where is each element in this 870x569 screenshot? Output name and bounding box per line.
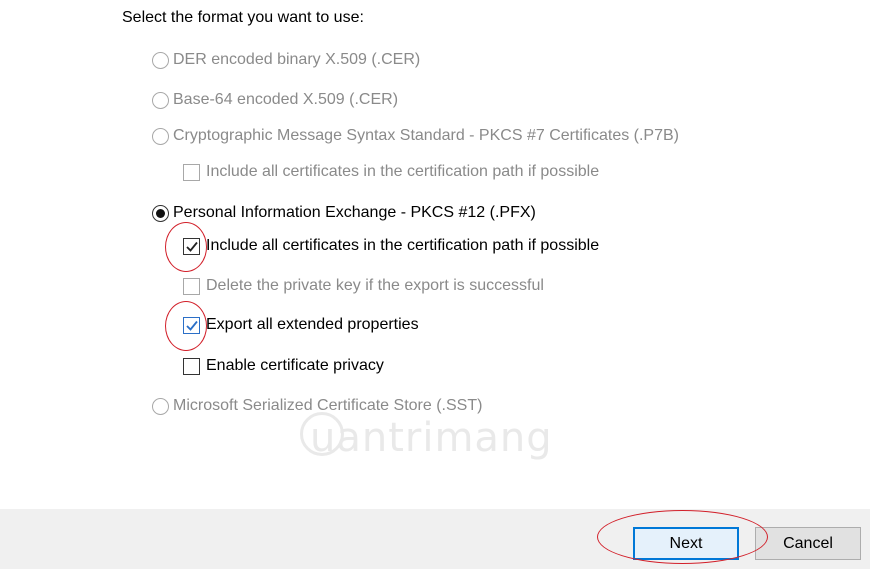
checkbox-pfx-delete-key[interactable]: Delete the private key if the export is …	[183, 277, 544, 295]
checkbox-pfx-privacy[interactable]: Enable certificate privacy	[183, 357, 384, 375]
checkbox-pfx-privacy-label: Enable certificate privacy	[206, 357, 384, 374]
radio-base64[interactable]: Base-64 encoded X.509 (.CER)	[152, 91, 398, 109]
checkbox-pkcs7-include-label: Include all certificates in the certific…	[206, 163, 600, 180]
radio-pfx[interactable]: Personal Information Exchange - PKCS #12…	[152, 204, 536, 222]
checkbox-pfx-export-ext-label: Export all extended properties	[206, 316, 419, 333]
cancel-button[interactable]: Cancel	[755, 527, 861, 560]
checkbox-box[interactable]	[183, 357, 200, 375]
radio-pkcs7-label: Cryptographic Message Syntax Standard - …	[173, 127, 679, 144]
radio-base64-label: Base-64 encoded X.509 (.CER)	[173, 91, 399, 108]
radio-der-label: DER encoded binary X.509 (.CER)	[173, 51, 421, 68]
radio-circle[interactable]	[152, 397, 169, 415]
watermark-text: uantrimang	[310, 415, 553, 461]
annotation-circle-include	[165, 222, 207, 272]
checkbox-pkcs7-include[interactable]: Include all certificates in the certific…	[183, 163, 599, 181]
checkbox-pfx-delete-key-label: Delete the private key if the export is …	[206, 277, 544, 294]
checkbox-pfx-export-ext[interactable]: Export all extended properties	[183, 316, 419, 334]
annotation-circle-next	[597, 510, 768, 564]
format-heading: Select the format you want to use:	[122, 9, 364, 26]
radio-pkcs7[interactable]: Cryptographic Message Syntax Standard - …	[152, 127, 679, 145]
radio-circle[interactable]	[152, 51, 169, 69]
checkbox-box[interactable]	[183, 163, 200, 181]
checkbox-pfx-include[interactable]: Include all certificates in the certific…	[183, 237, 599, 255]
radio-circle[interactable]	[152, 91, 169, 109]
annotation-circle-export	[165, 301, 207, 351]
radio-der[interactable]: DER encoded binary X.509 (.CER)	[152, 51, 420, 69]
radio-circle[interactable]	[152, 127, 169, 145]
radio-circle-selected[interactable]	[152, 204, 169, 222]
checkbox-pfx-include-label: Include all certificates in the certific…	[206, 237, 600, 254]
checkbox-box[interactable]	[183, 277, 200, 295]
radio-pfx-label: Personal Information Exchange - PKCS #12…	[173, 204, 536, 221]
